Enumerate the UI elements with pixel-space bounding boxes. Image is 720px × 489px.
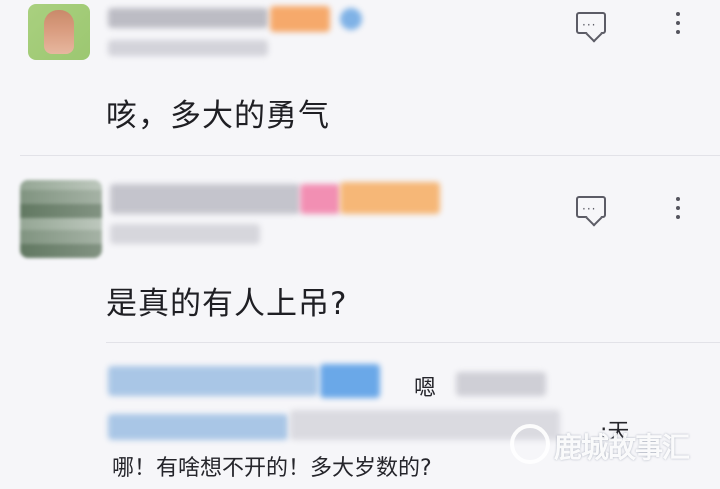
divider: [20, 155, 720, 156]
comment-text: 咳，多大的勇气: [106, 98, 330, 134]
reply-text: 哪！有啥想不开的！多大岁数的?: [112, 456, 432, 481]
watermark-text: 鹿城故事汇: [554, 431, 690, 464]
avatar[interactable]: [20, 180, 102, 258]
more-vertical-icon[interactable]: [676, 12, 682, 39]
watermark-logo-icon: [510, 424, 550, 464]
blurred-username: [110, 184, 300, 214]
blurred-reply-username: [108, 414, 288, 440]
more-vertical-icon[interactable]: [676, 197, 682, 224]
avatar-face: [44, 10, 74, 54]
comment-item: 咳，多大的勇气 ···: [0, 0, 720, 155]
blurred-badge: [340, 182, 440, 214]
blurred-reply-username: [108, 366, 318, 396]
watermark: 鹿城故事汇: [510, 418, 720, 478]
blurred-meta: [110, 224, 260, 244]
blurred-badge: [270, 6, 330, 32]
comment-bubble-icon[interactable]: ···: [576, 196, 606, 218]
blurred-badge: [340, 8, 362, 30]
blurred-meta: [108, 40, 268, 56]
blurred-badge: [300, 184, 340, 214]
comment-text: 是真的有人上吊?: [106, 286, 348, 322]
reply-text: 嗯: [414, 376, 437, 401]
blurred-username: [108, 8, 268, 28]
avatar[interactable]: [28, 4, 90, 60]
divider: [106, 342, 720, 343]
blurred-reply-text: [456, 372, 546, 396]
comment-bubble-icon[interactable]: ···: [576, 12, 606, 34]
blurred-reply-username: [320, 364, 380, 398]
